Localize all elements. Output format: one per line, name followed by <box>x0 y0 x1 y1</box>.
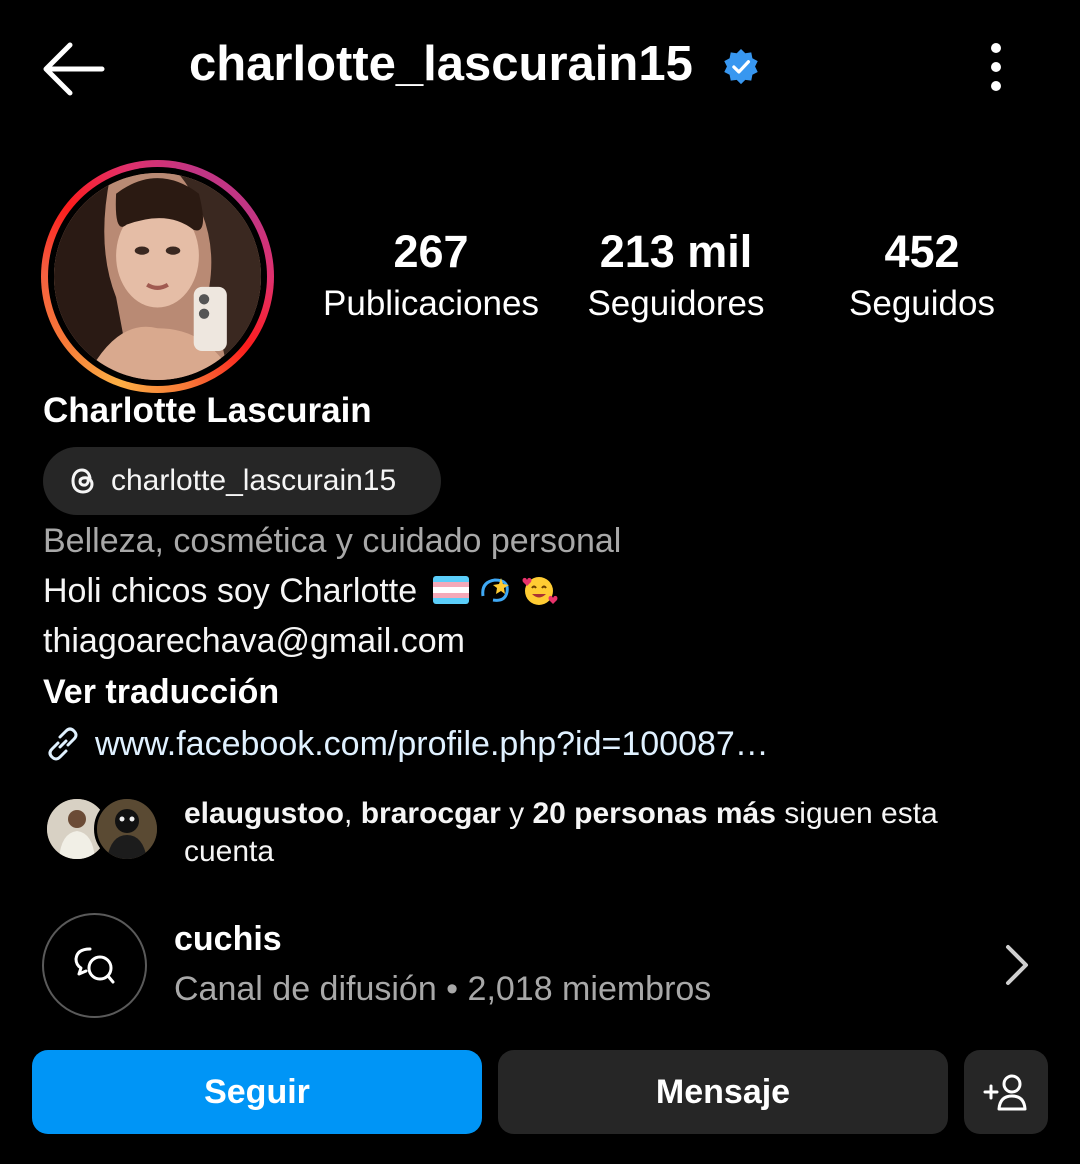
follow-button[interactable]: Seguir <box>32 1050 482 1134</box>
posts-label: Publicaciones <box>323 284 539 323</box>
verified-badge-icon <box>724 48 758 85</box>
broadcast-chat-icon <box>74 947 114 983</box>
bio-text: Holi chicos soy Charlotte <box>43 572 559 611</box>
threads-badge[interactable]: charlotte_lascurain15 <box>43 447 441 515</box>
following-label: Seguidos <box>849 284 995 323</box>
mutual-separator: , <box>344 797 353 830</box>
mutual-others: 20 personas más <box>532 797 776 830</box>
mutual-mid: y <box>509 797 525 830</box>
external-link-text: www.facebook.com/profile.php?id=100087… <box>95 724 769 763</box>
message-button[interactable]: Mensaje <box>498 1050 948 1134</box>
threads-handle: charlotte_lascurain15 <box>111 464 397 497</box>
profile-category: Belleza, cosmética y cuidado personal <box>43 522 622 560</box>
chevron-right-icon[interactable] <box>1000 942 1034 988</box>
see-translation-link[interactable]: Ver traducción <box>43 673 279 712</box>
suggested-accounts-button[interactable] <box>964 1050 1048 1134</box>
avatar-photo <box>54 173 261 380</box>
broadcast-channel-name[interactable]: cuchis <box>174 920 282 959</box>
posts-count: 267 <box>393 226 469 277</box>
external-link[interactable]: www.facebook.com/profile.php?id=100087… <box>43 724 769 764</box>
stat-following[interactable]: 452 Seguidos <box>832 225 1012 329</box>
dizzy-icon <box>480 578 509 602</box>
back-button[interactable] <box>40 40 106 98</box>
profile-username: charlotte_lascurain15 <box>189 37 693 91</box>
mutual-followers-text[interactable]: elaugustoo, brarocgar y 20 personas más … <box>184 795 1014 871</box>
threads-icon <box>71 468 94 494</box>
stat-followers[interactable]: 213 mil Seguidores <box>576 225 776 329</box>
broadcast-channel-avatar[interactable] <box>42 913 147 1018</box>
smiling-face-with-hearts-icon <box>522 577 558 605</box>
bio-text-label: Holi chicos soy Charlotte <box>43 572 418 610</box>
profile-page: charlotte_lascurain15 267 Publicaciones … <box>0 0 1080 1164</box>
bio-email: thiagoarechava@gmail.com <box>43 622 465 660</box>
followers-label: Seguidores <box>587 284 765 323</box>
more-options-button[interactable] <box>978 40 1014 96</box>
mutual-follower-1: elaugustoo <box>184 797 345 830</box>
mutual-follower-2: brarocgar <box>360 797 501 830</box>
mutual-followers-avatars[interactable] <box>44 796 160 864</box>
transgender-flag-icon <box>432 576 469 604</box>
avatar <box>94 796 160 862</box>
followers-count: 213 mil <box>599 226 753 277</box>
add-person-icon <box>983 1074 1027 1111</box>
broadcast-channel-meta: Canal de difusión • 2,018 miembros <box>174 970 712 1008</box>
more-vertical-icon <box>991 43 1001 91</box>
profile-avatar[interactable] <box>41 160 274 393</box>
following-count: 452 <box>884 226 960 277</box>
stat-posts[interactable]: 267 Publicaciones <box>316 225 546 329</box>
display-name: Charlotte Lascurain <box>43 391 372 430</box>
arrow-left-icon <box>43 42 105 96</box>
link-icon <box>48 727 78 761</box>
